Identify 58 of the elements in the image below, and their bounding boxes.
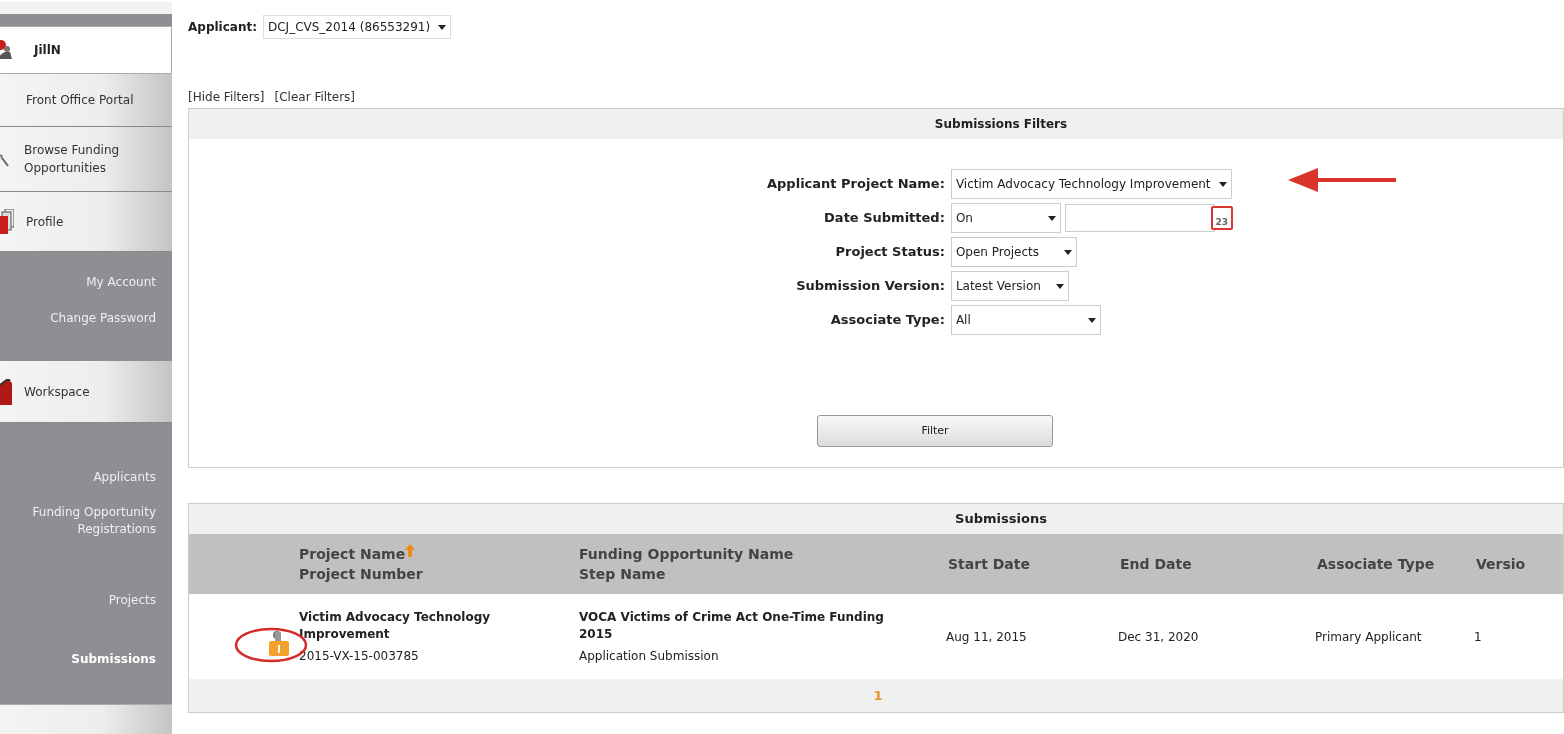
folder-icon[interactable] xyxy=(269,630,289,656)
field-label: Date Submitted: xyxy=(823,209,945,228)
field-label: Project Status: xyxy=(834,243,945,262)
table-cell-text: Aug 11, 2015 xyxy=(946,628,1028,646)
dropdown[interactable]: Victim Advocacy Technology Improvement xyxy=(950,169,1232,199)
table-cell-text: Application Submission xyxy=(579,647,720,665)
field-label: Applicant: xyxy=(188,19,257,36)
table-cell-text: Dec 31, 2020 xyxy=(1118,628,1200,646)
panel-title: Submissions Filters xyxy=(933,116,1068,133)
column-header[interactable]: Associate Type xyxy=(1317,554,1435,574)
column-header[interactable]: Project Number xyxy=(299,564,423,584)
caret-icon xyxy=(1218,181,1227,187)
sidebar-link[interactable]: Submissions xyxy=(0,651,172,668)
table-cell-text: VOCA Victims of Crime Act One-Time Funding 2015 xyxy=(579,608,885,643)
dropdown[interactable]: Open Projects xyxy=(950,237,1077,267)
table-cell-text: 1 xyxy=(1474,628,1483,646)
caret-icon xyxy=(438,24,447,30)
dropdown[interactable]: On xyxy=(950,203,1061,233)
sidebar-item[interactable]: Front Office Portal xyxy=(0,74,172,127)
sidebar-link[interactable]: Funding Opportunity Registrations xyxy=(0,504,172,538)
column-header[interactable]: Project Name xyxy=(299,544,406,564)
filter-link[interactable]: [Hide Filters] xyxy=(188,88,265,106)
dropdown[interactable]: Latest Version xyxy=(950,271,1069,301)
caret-icon xyxy=(1047,215,1056,221)
calendar-icon[interactable]: 23 xyxy=(1210,206,1233,230)
sidebar-item[interactable] xyxy=(0,704,172,734)
user-name: JillN xyxy=(34,42,61,59)
project-name[interactable]: Victim Advocacy Technology Improvement xyxy=(299,608,519,643)
sort-arrow-icon[interactable] xyxy=(405,544,416,557)
user-icon xyxy=(0,39,12,61)
sidebar-link[interactable]: Change Password xyxy=(0,310,172,327)
column-header[interactable]: Versio xyxy=(1476,554,1526,574)
house-icon xyxy=(0,378,12,405)
column-header[interactable]: End Date xyxy=(1120,554,1192,574)
column-header[interactable]: Start Date xyxy=(948,554,1030,574)
field-label: Applicant Project Name: xyxy=(767,175,945,194)
sidebar-link[interactable]: Projects xyxy=(0,592,172,609)
field-label: Submission Version: xyxy=(795,277,945,296)
column-header[interactable]: Funding Opportunity Name xyxy=(579,544,794,564)
sidebar-item[interactable]: Workspace xyxy=(0,361,172,423)
field-label: Associate Type: xyxy=(829,311,945,330)
panel-title: Submissions xyxy=(954,510,1047,529)
caret-icon xyxy=(1055,283,1064,289)
date-field[interactable] xyxy=(1064,204,1215,232)
documents-icon xyxy=(0,208,14,235)
column-header[interactable]: Step Name xyxy=(579,564,666,584)
table-cell-text: Primary Applicant xyxy=(1315,628,1423,646)
caret-icon xyxy=(1063,249,1072,255)
caret-icon xyxy=(1087,317,1096,323)
filter-link[interactable]: [Clear Filters] xyxy=(274,88,356,106)
table-cell-text: 2015-VX-15-003785 xyxy=(299,647,420,665)
filter-button[interactable]: Filter xyxy=(817,415,1053,447)
sidebar-link[interactable]: My Account xyxy=(0,274,172,291)
sidebar-item[interactable]: Browse Funding Opportunities xyxy=(0,127,172,192)
sidebar-link[interactable]: Applicants xyxy=(0,469,172,486)
dropdown[interactable]: All xyxy=(950,305,1101,335)
sidebar-item[interactable]: Profile xyxy=(0,192,172,252)
applicant-select[interactable]: DCJ_CVS_2014 (86553291) xyxy=(263,15,452,39)
